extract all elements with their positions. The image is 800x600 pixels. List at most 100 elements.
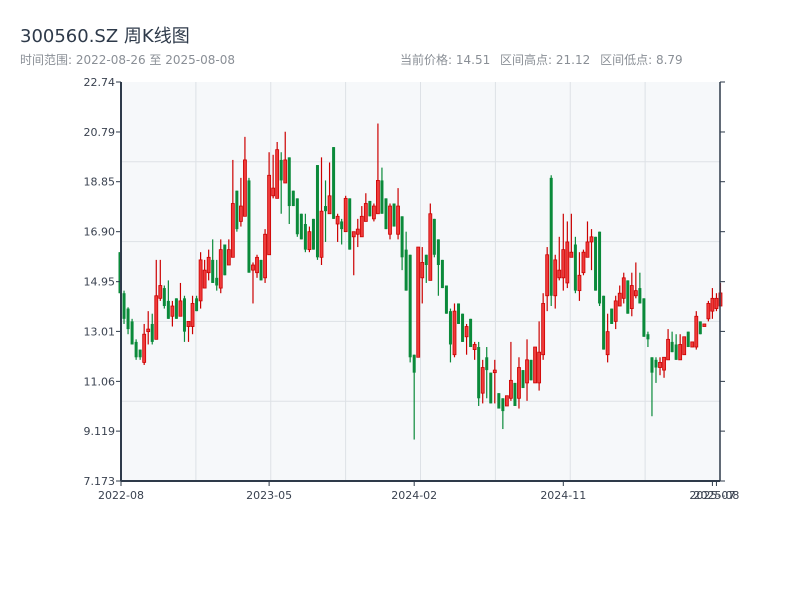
candle-body <box>477 347 481 399</box>
candle-body <box>509 379 513 399</box>
candle <box>392 203 396 227</box>
candle-body <box>504 395 509 407</box>
candle-body <box>376 180 380 215</box>
candle-body <box>610 308 614 324</box>
candle-body <box>351 231 356 238</box>
candle-body <box>521 370 525 389</box>
y-tick-label: 18.85 <box>84 176 116 189</box>
candle <box>581 249 586 276</box>
y-tick-label: 13.01 <box>84 325 116 338</box>
candle-body <box>404 249 408 291</box>
candle-body <box>327 195 332 215</box>
candle-body <box>295 198 299 235</box>
y-tick-label: 22.74 <box>84 76 116 89</box>
candle-body <box>537 351 542 384</box>
candle-body <box>581 251 586 274</box>
candle <box>642 298 646 337</box>
candle <box>702 323 707 327</box>
candle-body <box>533 346 537 384</box>
candle-body <box>126 308 130 330</box>
candle-body <box>702 323 707 327</box>
candle-body <box>666 338 670 361</box>
candle <box>348 198 352 250</box>
candle <box>513 382 517 406</box>
candle-body <box>174 298 178 319</box>
candle-body <box>629 285 634 309</box>
candle-body <box>621 277 626 299</box>
candle-body <box>307 231 312 251</box>
candle-body <box>412 354 416 373</box>
x-tick-label: 2022-08 <box>98 489 144 502</box>
candle-body <box>263 233 267 279</box>
candle-body <box>279 159 283 181</box>
candle-body <box>501 398 505 412</box>
candle <box>416 246 421 358</box>
candle-body <box>658 362 662 368</box>
candle <box>489 372 493 404</box>
y-tick-label: 9.119 <box>84 425 116 438</box>
candle-body <box>332 147 336 219</box>
candle-body <box>158 285 163 299</box>
candle <box>275 141 280 199</box>
candle-body <box>303 223 307 250</box>
candle-body <box>186 320 191 327</box>
candle-body <box>480 367 485 394</box>
candle <box>610 308 614 324</box>
candle-body <box>238 205 243 222</box>
candle <box>134 339 138 360</box>
candle-body <box>182 298 186 332</box>
candle-body <box>472 344 477 350</box>
candle-body <box>461 313 465 342</box>
candle <box>198 252 203 309</box>
candle <box>626 280 630 314</box>
y-tick-label: 11.06 <box>84 375 116 388</box>
candlestick-chart: 22.74 20.79 18.85 16.90 14.95 13.01 11.06 9.119… <box>84 76 740 502</box>
candle <box>573 236 577 294</box>
candle-body <box>211 259 215 283</box>
candle <box>497 393 501 409</box>
candle-body <box>138 349 142 358</box>
candle <box>706 300 711 322</box>
candle-body <box>650 357 654 373</box>
candle-body <box>315 165 319 258</box>
candle-body <box>561 249 566 279</box>
candle-body <box>299 213 303 240</box>
candle-body <box>363 203 368 222</box>
candle-body <box>392 203 396 227</box>
candle-body <box>178 300 183 317</box>
candle-body <box>589 236 594 243</box>
candle-body <box>198 259 203 302</box>
candle-body <box>605 331 610 356</box>
candle-body <box>162 288 166 307</box>
candle-body <box>142 333 147 363</box>
candle-body <box>319 210 324 258</box>
candle-body <box>170 305 175 317</box>
candle <box>368 200 372 217</box>
candle <box>408 254 412 363</box>
candle-body <box>489 372 493 404</box>
candle-body <box>343 197 348 233</box>
candle-body <box>686 331 690 348</box>
candle-body <box>670 341 674 353</box>
candle-body <box>638 288 642 304</box>
candle-body <box>371 205 376 220</box>
candle-body <box>485 357 489 371</box>
candle-body <box>497 393 501 409</box>
candle-body <box>122 293 126 319</box>
candle-body <box>291 190 295 207</box>
candle <box>371 203 376 222</box>
candle <box>541 293 546 360</box>
candle <box>694 311 699 350</box>
candle <box>504 395 509 407</box>
candle <box>235 190 239 232</box>
candle-body <box>215 277 219 286</box>
candle-body <box>190 303 195 327</box>
x-tick-label: 2024-02 <box>391 489 437 502</box>
candle <box>521 370 525 389</box>
y-tick-label: 20.79 <box>84 126 116 139</box>
candle-body <box>424 254 428 266</box>
candle-body <box>259 259 263 281</box>
candle-body <box>348 198 352 250</box>
candle <box>432 218 436 258</box>
candle-body <box>283 159 288 184</box>
